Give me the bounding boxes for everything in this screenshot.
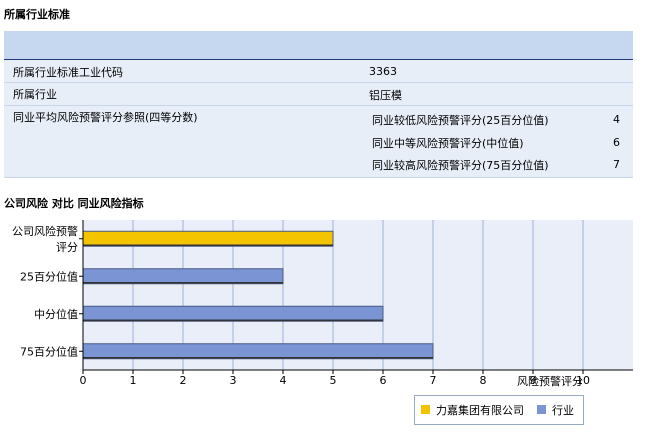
x-tick-label: 1	[130, 374, 137, 387]
median-risk-value: 6	[613, 136, 620, 149]
bar	[82, 305, 384, 322]
industry-label: 所属行业	[13, 88, 57, 101]
low-risk-value: 4	[613, 113, 620, 126]
legend-swatch-industry	[537, 405, 546, 414]
avg-label: 同业平均风险预警评分参照(四等分数)	[13, 111, 198, 124]
code-value: 3363	[369, 65, 397, 78]
legend-swatch-company	[421, 405, 430, 414]
risk-comparison-chart: 公司风险预警评分25百分位值中分位值75百分位值 0 1 2 3 4 5 6 7 8 9 10 风险…	[12, 220, 633, 388]
table-row: 所属行业标准工业代码 3363	[4, 60, 633, 83]
y-category-label: 公司风险预警	[12, 224, 78, 238]
table-header-band	[4, 31, 633, 60]
section-title-industry: 所属行业标准	[4, 8, 70, 21]
high-risk-label: 同业较高风险预警评分(75百分位值)	[372, 159, 549, 172]
high-risk-value: 7	[613, 158, 620, 171]
x-tick-label: 8	[480, 374, 487, 387]
bar	[82, 343, 434, 360]
x-axis-title: 风险预警评分	[517, 374, 583, 388]
table-row: 同业平均风险预警评分参照(四等分数) 同业较低风险预警评分(25百分位值) 4 …	[4, 106, 633, 178]
low-risk-label: 同业较低风险预警评分(25百分位值)	[372, 114, 549, 127]
bar	[82, 268, 284, 285]
median-risk-label: 同业中等风险预警评分(中位值)	[372, 137, 524, 150]
x-tick-label: 6	[380, 374, 387, 387]
x-tick-label: 2	[180, 374, 187, 387]
y-category-label: 75百分位值	[20, 344, 78, 358]
legend-label-company: 力嘉集团有限公司	[436, 404, 524, 417]
legend-label-industry: 行业	[552, 404, 574, 417]
x-tick-label: 7	[430, 374, 437, 387]
x-tick-label: 4	[280, 374, 287, 387]
y-category-label: 中分位值	[34, 307, 78, 321]
x-tick-label: 5	[330, 374, 337, 387]
y-category-label: 评分	[56, 241, 78, 254]
x-tick-label: 0	[80, 374, 87, 387]
y-category-label: 25百分位值	[20, 269, 78, 283]
x-tick-label: 3	[230, 374, 237, 387]
industry-value: 铝压模	[369, 89, 402, 102]
table-row: 所属行业 铝压模	[4, 83, 633, 106]
section-title-comparison: 公司风险 对比 同业风险指标	[4, 197, 144, 210]
bar	[82, 230, 334, 247]
chart-legend: 力嘉集团有限公司 行业	[414, 395, 584, 425]
code-label: 所属行业标准工业代码	[13, 66, 123, 79]
